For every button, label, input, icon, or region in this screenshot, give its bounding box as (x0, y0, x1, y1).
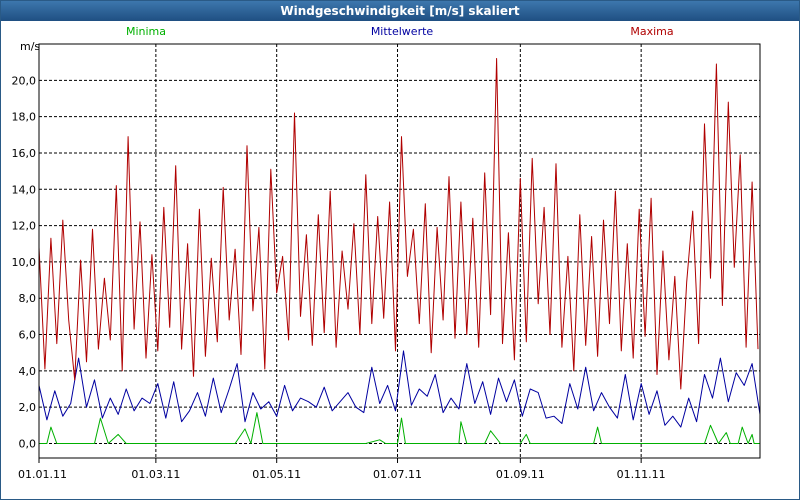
x-tick-label: 01.11.11 (617, 468, 666, 481)
y-tick-label: 20,0 (12, 74, 37, 87)
y-tick-label: 8,0 (19, 292, 37, 305)
y-axis-label: m/s (20, 40, 40, 53)
legend-mittelwerte: Mittelwerte (371, 25, 434, 38)
x-axis: 01.01.11 01.03.11 01.05.11 01.07.11 01.09.11… (18, 458, 666, 481)
plot-frame (38, 43, 761, 459)
y-tick-label: 14,0 (12, 183, 37, 196)
x-tick-label: 01.01.11 (18, 468, 67, 481)
x-tick-label: 01.05.11 (252, 468, 301, 481)
legend-maxima: Maxima (630, 25, 673, 38)
y-tick-label: 18,0 (12, 111, 37, 124)
y-tick-label: 12,0 (12, 220, 37, 233)
legend-minima: Minima (126, 25, 166, 38)
y-tick-label: 6,0 (19, 329, 37, 342)
y-tick-label: 16,0 (12, 147, 37, 160)
series-line-maxima (38, 58, 759, 390)
y-tick-label: 0,0 (19, 437, 37, 450)
y-tick-label: 2,0 (19, 401, 37, 414)
chart-canvas: 0,02,04,06,08,010,012,014,016,018,020,0 … (12, 25, 761, 481)
grid (39, 44, 760, 458)
x-tick-label: 01.09.11 (496, 468, 545, 481)
y-tick-label: 4,0 (19, 365, 37, 378)
series-line-minima (39, 412, 760, 444)
y-axis: 0,0 2,0 4,0 6,0 8,0 10,0 12,0 14,0 16,0 18,0 20,0 (12, 74, 37, 450)
y-tick-label: 10,0 (12, 256, 37, 269)
x-tick-label: 01.07.11 (373, 468, 422, 481)
series-line-mittelwerte (38, 350, 761, 428)
x-tick-label: 01.03.11 (131, 468, 180, 481)
